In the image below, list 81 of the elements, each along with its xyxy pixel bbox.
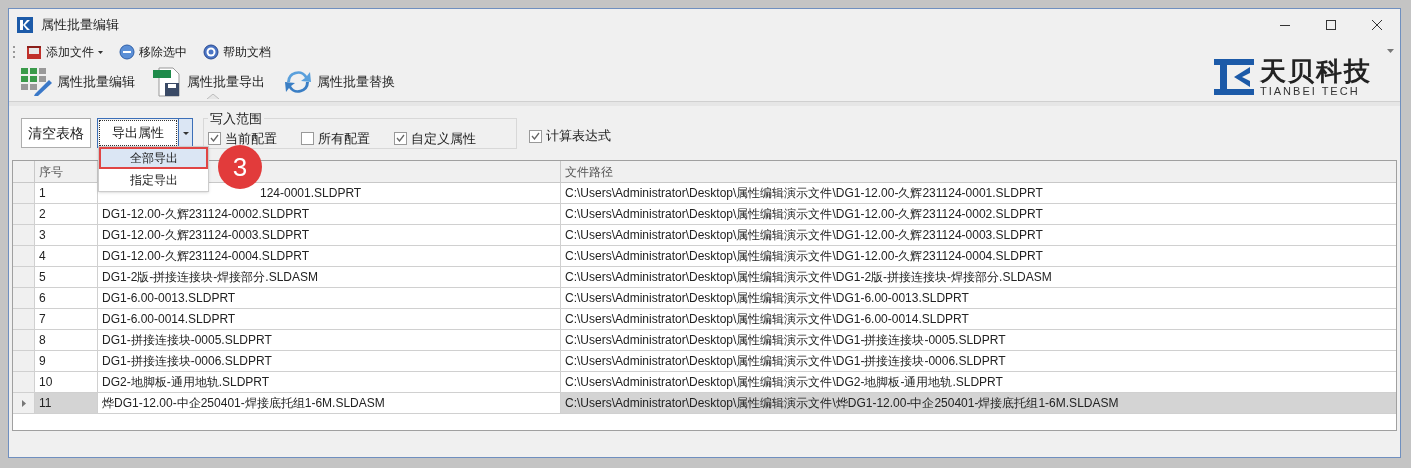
refresh-arrows-icon: [283, 69, 313, 95]
table-cell[interactable]: DG1-6.00-0014.SLDPRT: [98, 309, 561, 329]
checkbox-label: 当前配置: [225, 129, 277, 148]
company-logo-icon: [1214, 57, 1254, 97]
table-cell[interactable]: 5: [35, 267, 98, 287]
row-header[interactable]: [13, 183, 35, 203]
table-cell[interactable]: 2: [35, 204, 98, 224]
table-cell[interactable]: DG1-6.00-0013.SLDPRT: [98, 288, 561, 308]
clear-table-button[interactable]: 清空表格: [21, 118, 91, 148]
spreadsheet-save-icon: [153, 67, 183, 97]
selection-notch-icon: [206, 94, 219, 99]
minus-circle-icon: [119, 44, 135, 60]
row-pointer-icon: [21, 399, 26, 407]
checkbox[interactable]: [394, 131, 407, 145]
app-logo-icon: [17, 17, 33, 33]
toolbar-button[interactable]: 移除选中: [113, 42, 193, 62]
close-icon: [1372, 20, 1382, 30]
checkbox[interactable]: [529, 129, 542, 143]
step-badge: 3: [218, 145, 262, 189]
row-header[interactable]: [13, 267, 35, 287]
group-title: 写入范围: [209, 110, 263, 128]
table-cell[interactable]: DG1-12.00-久辉231124-0002.SLDPRT: [98, 204, 561, 224]
table-cell[interactable]: 11: [35, 393, 98, 413]
grid-pencil-icon: [21, 68, 53, 96]
caret-icon: [182, 131, 189, 135]
row-header[interactable]: [13, 246, 35, 266]
toolbar-button[interactable]: 添加文件: [20, 42, 109, 62]
company-subtitle: TIANBEI TECH: [1260, 85, 1360, 97]
table-cell[interactable]: DG1-2版-拼接连接块-焊接部分.SLDASM: [98, 267, 561, 287]
table-cell[interactable]: 4: [35, 246, 98, 266]
column-header: 文件路径: [564, 163, 614, 181]
row-header[interactable]: [13, 351, 35, 371]
table-cell[interactable]: C:\Users\Administrator\Desktop\属性编辑演示文件\DG1-2版-拼接连接块-焊接部分.SLDASM: [561, 267, 1396, 287]
table-cell[interactable]: C:\Users\Administrator\Desktop\属性编辑演示文件\DG1-6.00-0014.SLDPRT: [561, 309, 1396, 329]
table-cell[interactable]: 8: [35, 330, 98, 350]
minimize-icon: [1280, 24, 1290, 26]
table-cell[interactable]: C:\Users\Administrator\Desktop\属性编辑演示文件\DG1-12.00-久辉231124-0004.SLDPRT: [561, 246, 1396, 266]
ribbon-button[interactable]: 属性批量替换: [281, 65, 397, 99]
table-cell[interactable]: 6: [35, 288, 98, 308]
window-title: 属性批量编辑: [41, 16, 119, 35]
table-cell[interactable]: C:\Users\Administrator\Desktop\属性编辑演示文件\烨DG1-12.00-中企250401-焊接底托组1-6M.SLDASM: [561, 393, 1396, 413]
company-name: 天贝科技: [1260, 57, 1372, 84]
table-cell[interactable]: DG1-拼接连接块-0006.SLDPRT: [98, 351, 561, 371]
caret-icon: [98, 50, 103, 54]
grip-icon: [13, 45, 16, 59]
overflow-caret-icon[interactable]: [1387, 49, 1394, 53]
help-icon: [203, 44, 219, 60]
row-header[interactable]: [13, 309, 35, 329]
table-cell[interactable]: C:\Users\Administrator\Desktop\属性编辑演示文件\DG1-12.00-久辉231124-0001.SLDPRT: [561, 183, 1396, 203]
table-cell[interactable]: C:\Users\Administrator\Desktop\属性编辑演示文件\DG1-6.00-0013.SLDPRT: [561, 288, 1396, 308]
row-header[interactable]: [13, 225, 35, 245]
menu-item[interactable]: 全部导出: [99, 147, 208, 169]
checkbox-label: 所有配置: [318, 129, 370, 148]
row-header[interactable]: [13, 330, 35, 350]
maximize-icon: [1326, 20, 1336, 30]
ribbon-button[interactable]: 属性批量编辑: [19, 65, 137, 99]
table-cell[interactable]: C:\Users\Administrator\Desktop\属性编辑演示文件\DG1-12.00-久辉231124-0003.SLDPRT: [561, 225, 1396, 245]
table-cell[interactable]: C:\Users\Administrator\Desktop\属性编辑演示文件\DG1-拼接连接块-0006.SLDPRT: [561, 351, 1396, 371]
table-cell[interactable]: 10: [35, 372, 98, 392]
table-cell[interactable]: C:\Users\Administrator\Desktop\属性编辑演示文件\DG1-拼接连接块-0005.SLDPRT: [561, 330, 1396, 350]
row-header[interactable]: [13, 288, 35, 308]
table-cell[interactable]: C:\Users\Administrator\Desktop\属性编辑演示文件\DG2-地脚板-通用地轨.SLDPRT: [561, 372, 1396, 392]
export-dropdown-button[interactable]: [178, 119, 192, 147]
checkbox[interactable]: [301, 131, 314, 145]
table-cell[interactable]: DG1-拼接连接块-0005.SLDPRT: [98, 330, 561, 350]
toolbar-button[interactable]: 帮助文档: [197, 42, 277, 62]
checkbox-label: 计算表达式: [546, 127, 611, 146]
row-header[interactable]: [13, 393, 35, 413]
table-cell[interactable]: DG1-12.00-久辉231124-0003.SLDPRT: [98, 225, 561, 245]
row-header[interactable]: [13, 372, 35, 392]
table-cell[interactable]: DG2-地脚板-通用地轨.SLDPRT: [98, 372, 561, 392]
table-cell[interactable]: DG1-12.00-久辉231124-0004.SLDPRT: [98, 246, 561, 266]
table-cell[interactable]: C:\Users\Administrator\Desktop\属性编辑演示文件\DG1-12.00-久辉231124-0002.SLDPRT: [561, 204, 1396, 224]
table-cell[interactable]: 9: [35, 351, 98, 371]
table-cell[interactable]: 7: [35, 309, 98, 329]
export-properties-button[interactable]: 导出属性: [99, 120, 177, 146]
row-header[interactable]: [13, 204, 35, 224]
checkbox-label: 自定义属性: [411, 129, 476, 148]
checkbox[interactable]: [208, 131, 221, 145]
ribbon-button[interactable]: 属性批量导出: [151, 65, 267, 99]
table-cell[interactable]: 3: [35, 225, 98, 245]
